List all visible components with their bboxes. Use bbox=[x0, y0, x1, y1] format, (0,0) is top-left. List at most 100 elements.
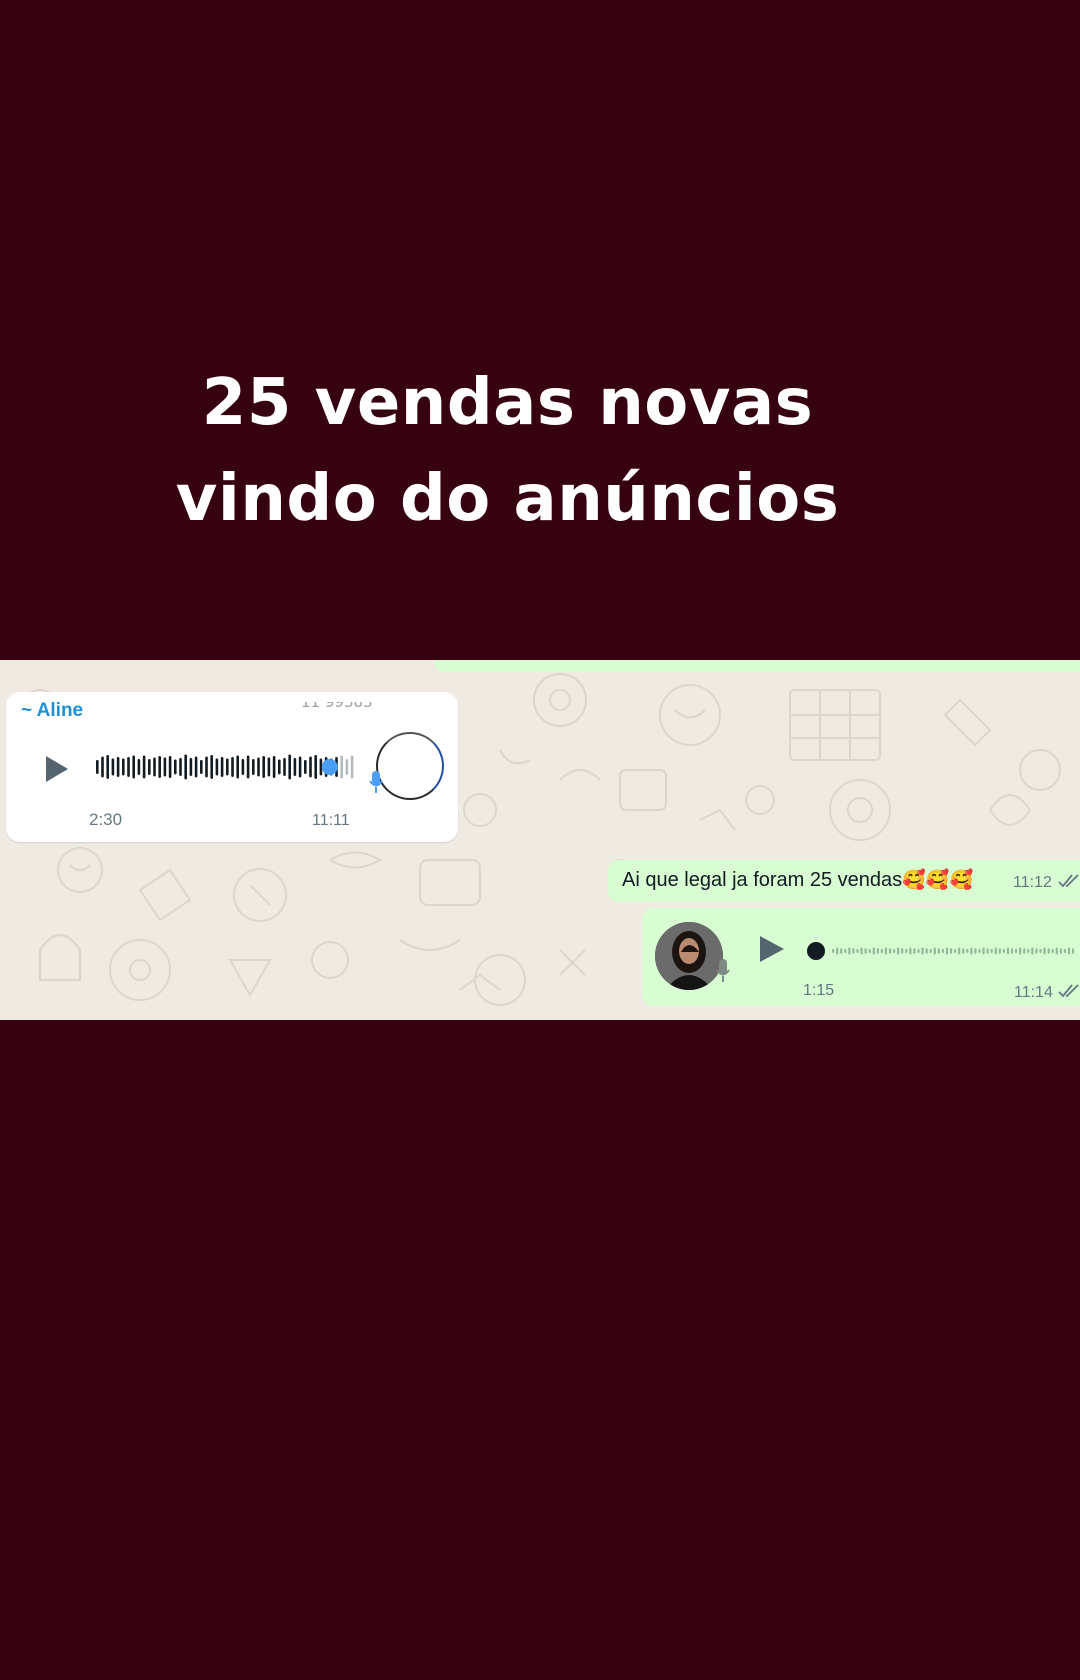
waveform-bar bbox=[949, 948, 953, 954]
waveform-bar bbox=[106, 755, 109, 779]
waveform-bar bbox=[267, 757, 271, 777]
waveform-bar bbox=[189, 758, 193, 776]
waveform-bar bbox=[163, 757, 167, 777]
waveform-bar bbox=[1071, 948, 1075, 954]
waveform-bar bbox=[350, 755, 354, 779]
waveform-bar bbox=[96, 760, 99, 774]
waveform-bar bbox=[836, 947, 839, 955]
waveform-bar bbox=[1067, 947, 1071, 955]
waveform-bar bbox=[1063, 949, 1066, 953]
waveform-bar bbox=[288, 754, 291, 780]
waveform-bar bbox=[909, 947, 912, 955]
waveform-bar bbox=[111, 758, 115, 776]
headline-line-1: 25 vendas novas bbox=[201, 366, 814, 440]
waveform-bar bbox=[945, 947, 949, 955]
waveform-bar bbox=[293, 758, 297, 776]
waveform-bar bbox=[998, 948, 1001, 954]
waveform-bar bbox=[982, 947, 985, 955]
message-time: 11:14 bbox=[1014, 984, 1053, 1001]
waveform-bar bbox=[179, 758, 182, 776]
waveform-bar bbox=[1031, 947, 1034, 955]
play-icon[interactable] bbox=[760, 936, 784, 962]
waveform-bar bbox=[1039, 949, 1042, 953]
waveform-bar bbox=[1027, 949, 1030, 953]
avatar-photo bbox=[655, 922, 723, 990]
waveform-bar bbox=[200, 760, 203, 774]
waveform-bar bbox=[309, 756, 312, 778]
waveform-bar bbox=[340, 755, 343, 779]
waveform-bar bbox=[1035, 948, 1038, 954]
waveform-bar bbox=[345, 759, 349, 775]
waveform-bar bbox=[158, 756, 161, 778]
avatar[interactable] bbox=[655, 922, 723, 990]
waveform-bar bbox=[116, 757, 120, 777]
playback-position-dot[interactable] bbox=[321, 759, 338, 775]
waveform-bar bbox=[852, 948, 855, 954]
waveform-bar bbox=[1059, 948, 1062, 954]
waveform-bar bbox=[848, 947, 851, 955]
waveform-bar bbox=[929, 949, 932, 953]
waveform-bar bbox=[962, 948, 965, 954]
waveform-bar bbox=[272, 756, 276, 778]
double-check-icon bbox=[1058, 984, 1079, 998]
waveform-bar bbox=[1043, 947, 1046, 955]
outgoing-text-message: Ai que legal ja foram 25 vendas🥰🥰🥰 11:12 bbox=[608, 860, 1080, 902]
waveform-bar bbox=[1019, 947, 1022, 955]
waveform-bar bbox=[840, 948, 843, 954]
message-text: Ai que legal ja foram 25 vendas🥰🥰🥰 bbox=[622, 869, 974, 891]
avatar[interactable] bbox=[376, 732, 444, 800]
play-icon[interactable] bbox=[46, 756, 68, 782]
audio-waveform[interactable] bbox=[806, 939, 1076, 963]
waveform-bar bbox=[246, 755, 250, 779]
waveform-bar bbox=[897, 947, 900, 955]
waveform-bar bbox=[241, 759, 245, 775]
waveform-bar bbox=[880, 949, 883, 953]
outgoing-message-partial bbox=[435, 660, 1080, 672]
waveform-bar bbox=[1015, 949, 1018, 953]
incoming-voice-message: ~ Aline 11 99383 2:30 11:11 bbox=[6, 692, 458, 842]
waveform-bar bbox=[236, 755, 239, 779]
waveform-bar bbox=[864, 948, 867, 954]
waveform-bar bbox=[168, 756, 172, 778]
waveform-bar bbox=[913, 948, 916, 954]
waveform-bar bbox=[231, 757, 234, 777]
sender-name[interactable]: ~ Aline bbox=[21, 700, 83, 722]
waveform-bar bbox=[1023, 948, 1026, 954]
waveform-bar bbox=[127, 757, 130, 777]
audio-duration: 2:30 bbox=[89, 810, 123, 829]
waveform-bar bbox=[314, 755, 317, 779]
waveform-bar bbox=[205, 756, 208, 778]
waveform-bar bbox=[304, 760, 307, 774]
audio-waveform[interactable] bbox=[96, 753, 356, 781]
waveform-bar bbox=[978, 949, 981, 953]
waveform-bar bbox=[990, 949, 993, 953]
waveform-bar bbox=[283, 758, 286, 776]
waveform-bar bbox=[252, 759, 255, 775]
message-time: 11:12 bbox=[1013, 874, 1052, 891]
waveform-bar bbox=[970, 947, 973, 955]
waveform-bar bbox=[142, 755, 146, 779]
waveform-bar bbox=[132, 755, 135, 779]
waveform-bar bbox=[941, 949, 944, 953]
waveform-bar bbox=[184, 754, 187, 780]
waveform-bar bbox=[262, 756, 265, 778]
mic-icon bbox=[716, 959, 730, 982]
waveform-bar bbox=[122, 758, 125, 776]
waveform-bar bbox=[986, 948, 989, 954]
waveform-bar bbox=[921, 947, 924, 955]
waveform-bar bbox=[220, 757, 224, 777]
playback-position-dot[interactable] bbox=[807, 942, 825, 960]
waveform-bar bbox=[933, 947, 936, 955]
waveform-bar bbox=[148, 759, 151, 775]
waveform-bar bbox=[1055, 947, 1058, 955]
waveform-bar bbox=[153, 757, 156, 777]
waveform-bar bbox=[868, 949, 871, 953]
waveform-bar bbox=[194, 756, 198, 778]
waveform-bar bbox=[860, 947, 863, 955]
waveform-bar bbox=[1010, 948, 1014, 954]
chat-screenshot: ~ Aline 11 99383 2:30 11:11 Ai que legal… bbox=[0, 660, 1080, 1020]
waveform-bar bbox=[901, 948, 904, 954]
waveform-bar bbox=[174, 759, 177, 775]
waveform-bar bbox=[226, 758, 229, 776]
waveform-bar bbox=[994, 947, 997, 955]
